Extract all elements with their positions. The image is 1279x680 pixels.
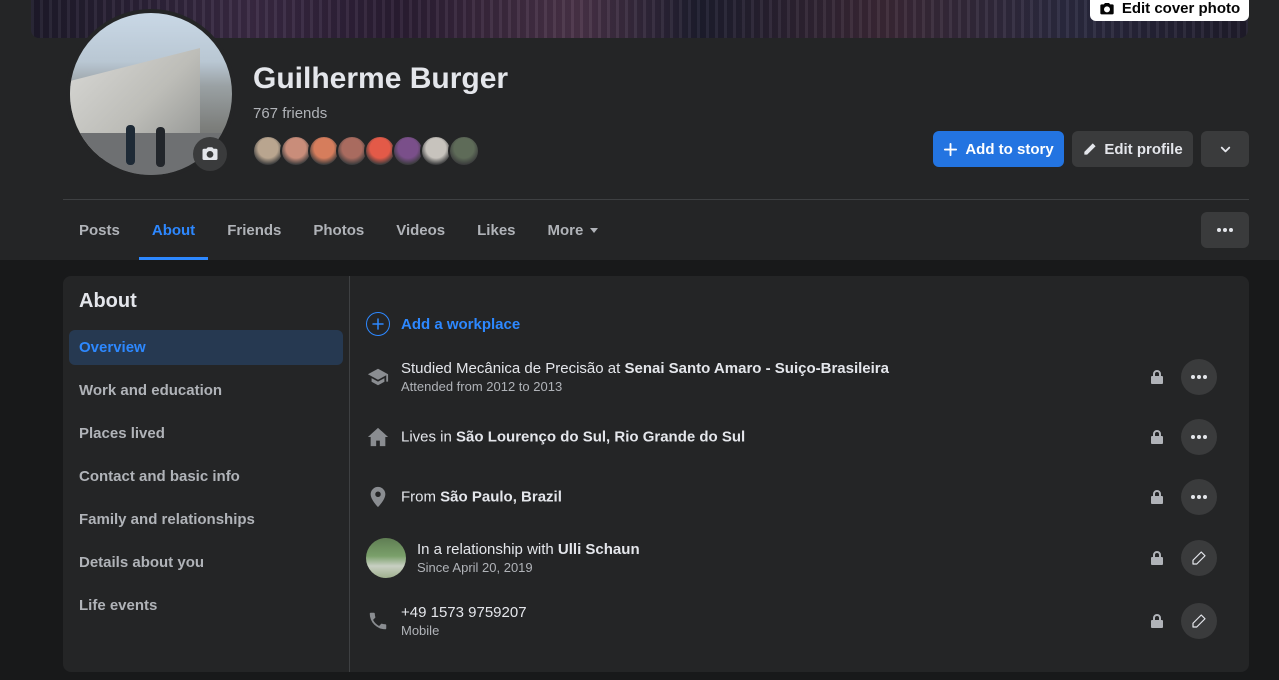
tab-friends[interactable]: Friends (211, 200, 297, 260)
lock-icon[interactable] (1150, 550, 1164, 566)
edit-profile-button[interactable]: Edit profile (1072, 131, 1193, 167)
sidebar-item-family-and-relationships[interactable]: Family and relationships (69, 502, 343, 537)
caret-down-icon (590, 228, 599, 233)
add-workplace-link[interactable]: Add a workplace (366, 312, 520, 336)
update-profile-picture-button[interactable] (193, 137, 227, 171)
education-options-button[interactable] (1181, 359, 1217, 395)
pencil-icon (1192, 614, 1206, 628)
edit-relationship-button[interactable] (1181, 540, 1217, 576)
from-text: From (401, 488, 441, 506)
lock-icon[interactable] (1150, 613, 1164, 629)
home-icon (366, 425, 390, 449)
tab-posts[interactable]: Posts (63, 200, 136, 260)
partner-name-link[interactable]: Ulli Schaun (558, 541, 640, 558)
friends-count[interactable]: 767 friends (253, 105, 327, 122)
about-card-divider (349, 276, 350, 672)
sidebar-item-places-lived[interactable]: Places lived (69, 416, 343, 451)
education-school-link[interactable]: Senai Santo Amaro - Suiço-Brasileira (624, 360, 889, 377)
sidebar-item-work-and-education[interactable]: Work and education (69, 373, 343, 408)
lock-icon[interactable] (1150, 429, 1164, 445)
tab-more[interactable]: More (532, 200, 616, 260)
education-row: Studied Mecânica de Precisão at Senai Sa… (366, 357, 1218, 397)
plus-icon (944, 142, 958, 156)
tab-about[interactable]: About (136, 200, 211, 260)
hometown-options-button[interactable] (1181, 479, 1217, 515)
pencil-icon (1084, 142, 1096, 155)
education-text: Studied Mecânica de Precisão at (401, 360, 625, 377)
lock-icon[interactable] (1150, 369, 1164, 385)
relationship-text: In a relationship with (417, 541, 558, 558)
sidebar-item-contact-and-basic-info[interactable]: Contact and basic info (69, 459, 343, 494)
education-dates: Attended from 2012 to 2013 (401, 379, 563, 394)
sidebar-item-details-about-you[interactable]: Details about you (69, 545, 343, 580)
graduation-cap-icon (366, 365, 390, 389)
profile-tabs: Posts About Friends Photos Videos Likes … (63, 200, 615, 260)
edit-profile-label: Edit profile (1104, 140, 1183, 158)
friend-avatar[interactable] (448, 135, 480, 167)
edit-cover-photo-button[interactable]: Edit cover photo (1090, 0, 1249, 21)
plus-circle-icon (366, 312, 390, 336)
ellipsis-icon (1217, 228, 1233, 232)
profile-options-dropdown[interactable] (1201, 131, 1249, 167)
from-place-link[interactable]: São Paulo, Brazil (440, 489, 562, 506)
tab-photos[interactable]: Photos (297, 200, 380, 260)
profile-name: Guilherme Burger (253, 62, 509, 95)
edit-phone-button[interactable] (1181, 603, 1217, 639)
hometown-row: From São Paulo, Brazil (366, 477, 1218, 517)
edit-cover-photo-label: Edit cover photo (1121, 0, 1241, 17)
phone-type: Mobile (401, 623, 440, 638)
add-to-story-button[interactable]: Add to story (933, 131, 1064, 167)
sidebar-item-overview[interactable]: Overview (69, 330, 343, 365)
location-pin-icon (366, 485, 390, 509)
lock-icon[interactable] (1150, 489, 1164, 505)
tabs-more-options-button[interactable] (1201, 212, 1249, 248)
add-workplace-label: Add a workplace (401, 315, 521, 333)
current-city-row: Lives in São Lourenço do Sul, Rio Grande… (366, 417, 1218, 457)
cover-photo[interactable] (31, 0, 1248, 38)
add-to-story-label: Add to story (965, 140, 1054, 158)
phone-row: +49 1573 9759207 Mobile (366, 601, 1218, 641)
about-sidebar: Overview Work and education Places lived… (69, 330, 343, 631)
friends-facepile[interactable] (252, 135, 480, 167)
camera-icon (202, 147, 218, 160)
tab-likes[interactable]: Likes (461, 200, 531, 260)
ellipsis-icon (1191, 435, 1207, 439)
current-city-options-button[interactable] (1181, 419, 1217, 455)
relationship-since: Since April 20, 2019 (417, 560, 533, 575)
ellipsis-icon (1191, 375, 1207, 379)
phone-number: +49 1573 9759207 (401, 604, 527, 621)
tab-videos[interactable]: Videos (380, 200, 461, 260)
relationship-row: In a relationship with Ulli Schaun Since… (366, 538, 1218, 578)
tab-more-label: More (547, 221, 584, 239)
partner-avatar[interactable] (366, 538, 406, 578)
camera-icon (1100, 2, 1114, 14)
phone-icon (366, 609, 390, 633)
ellipsis-icon (1191, 495, 1207, 499)
lives-in-text: Lives in (401, 428, 457, 446)
chevron-down-icon (1220, 146, 1230, 152)
sidebar-item-life-events[interactable]: Life events (69, 588, 343, 623)
about-title: About (79, 290, 137, 312)
pencil-icon (1192, 551, 1206, 565)
lives-in-place-link[interactable]: São Lourenço do Sul, Rio Grande do Sul (456, 429, 745, 446)
